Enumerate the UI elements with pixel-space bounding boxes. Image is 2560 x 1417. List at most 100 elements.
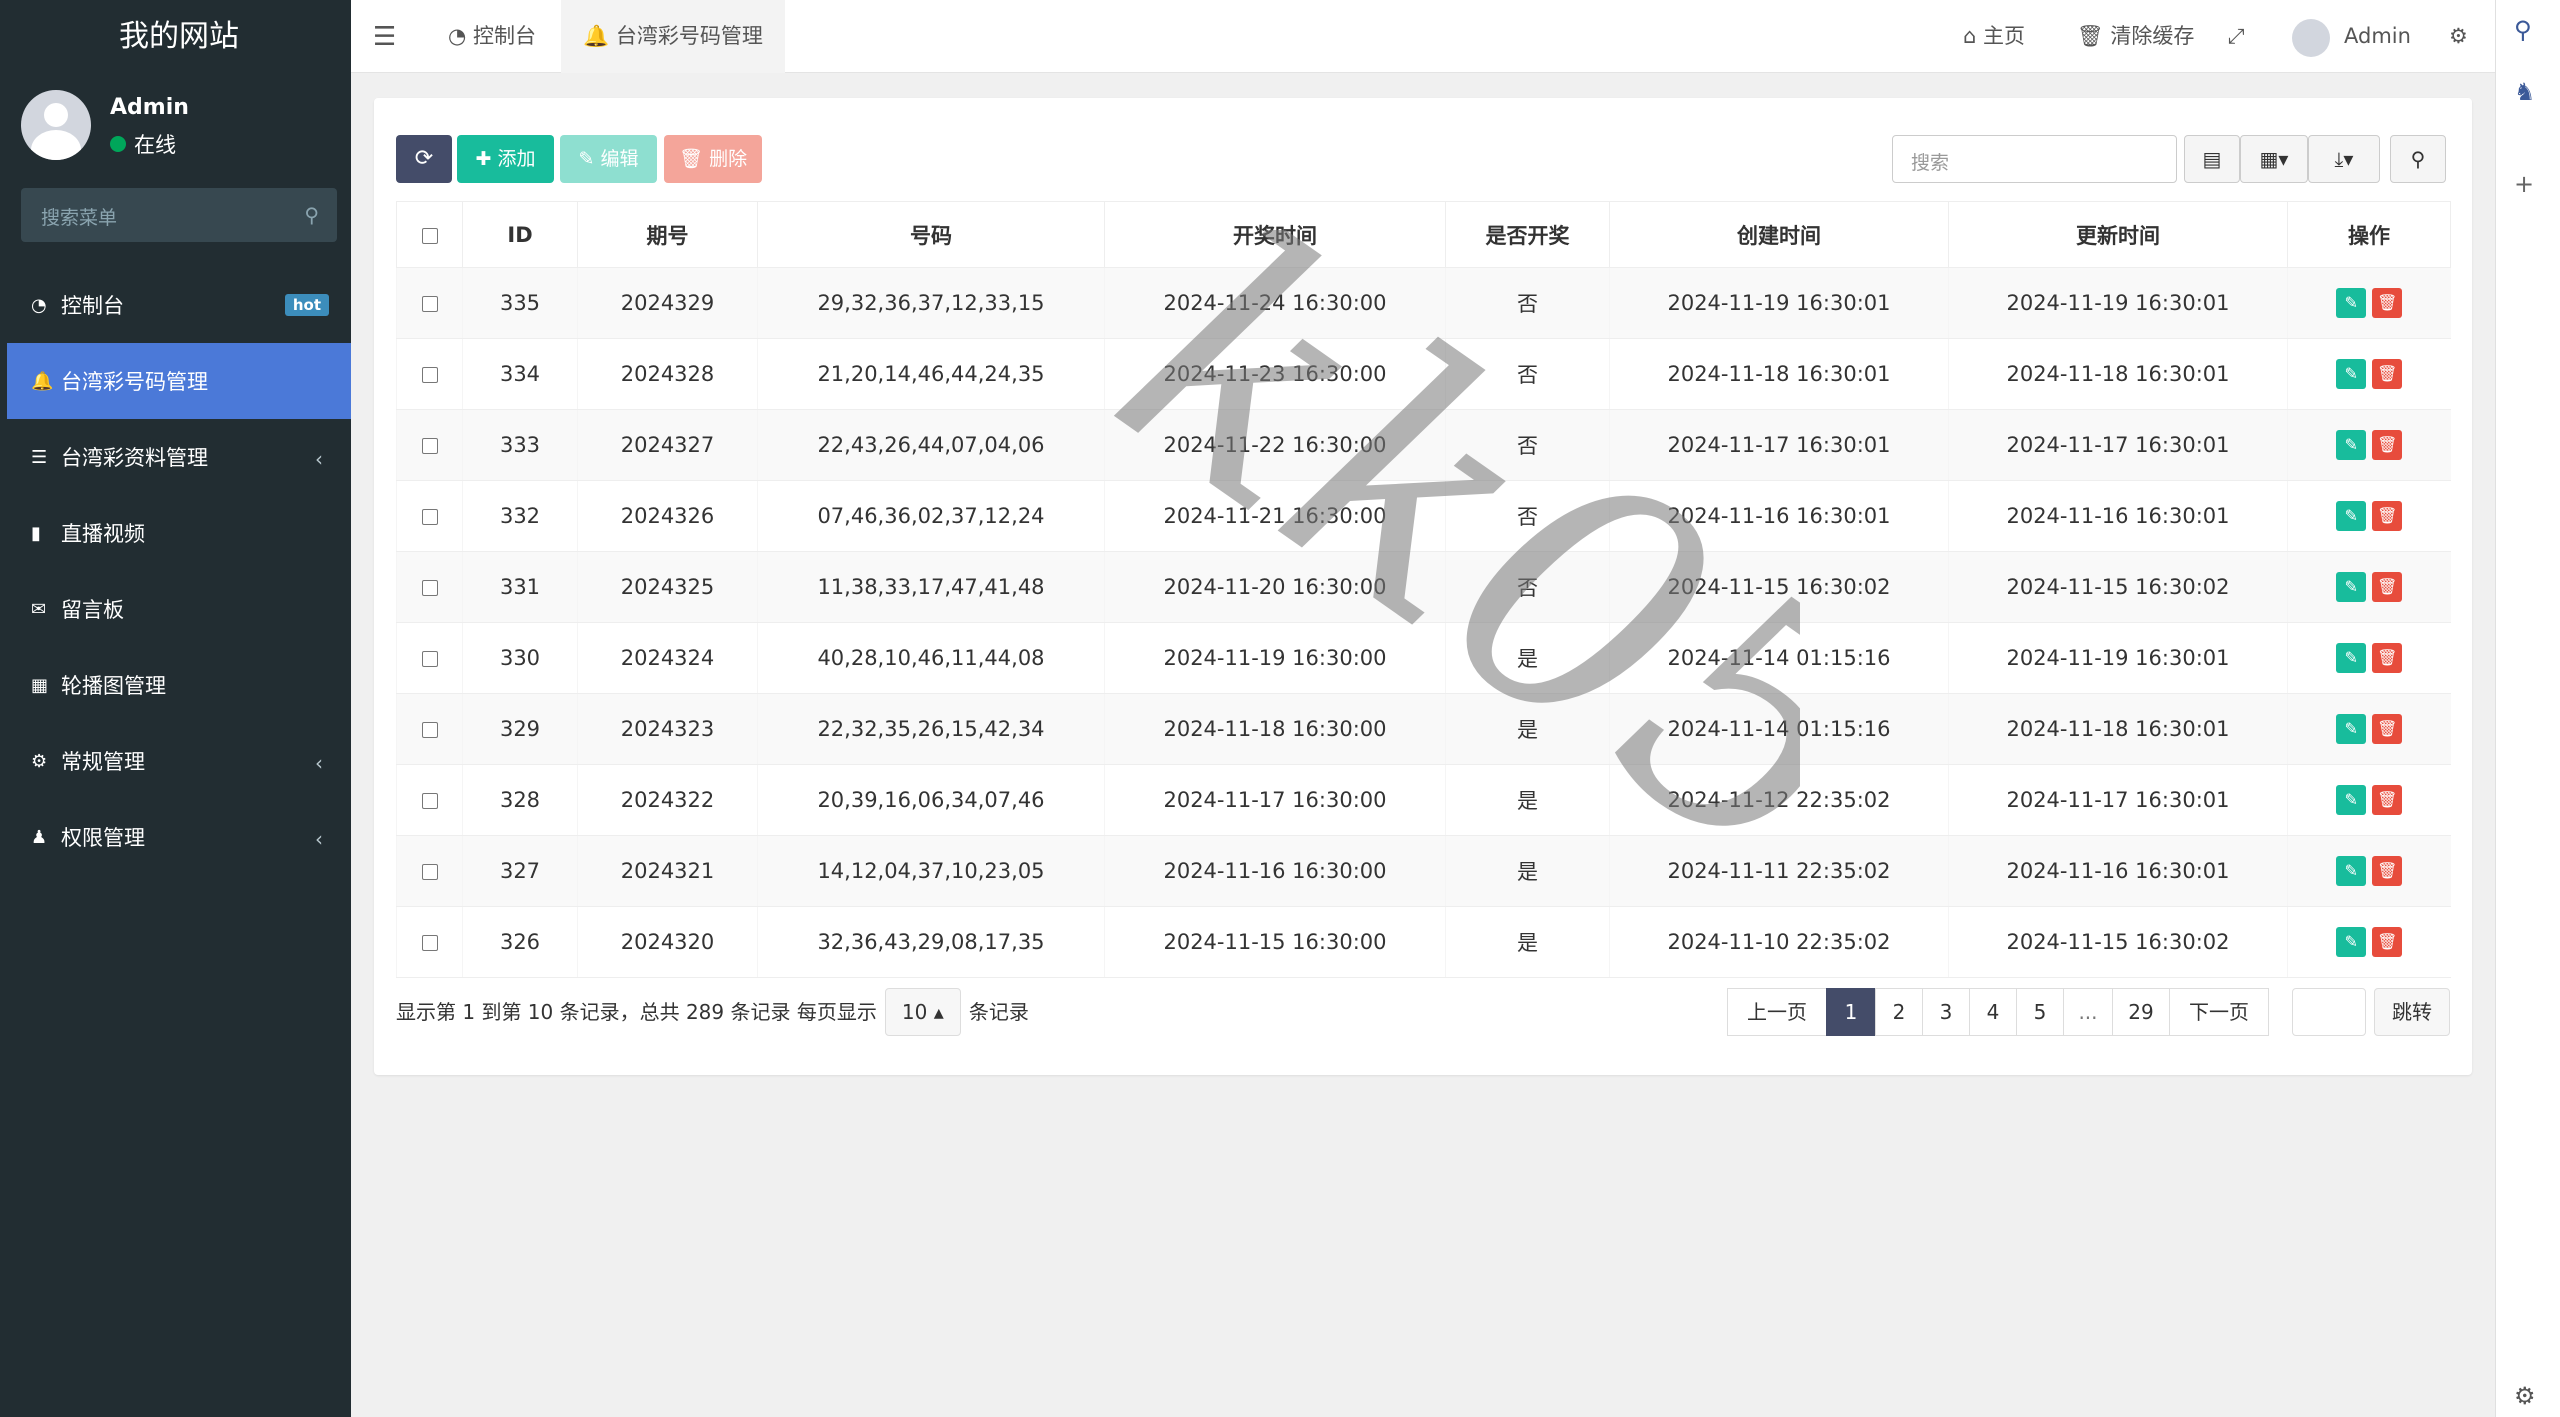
sidebar-item-permissions[interactable]: ♟ 权限管理 ‹ (7, 799, 351, 875)
search-icon[interactable]: ⚲ (304, 203, 319, 227)
search-icon[interactable]: ⚲ (2514, 16, 2532, 44)
row-checkbox[interactable] (421, 864, 438, 880)
chess-icon[interactable]: ♞ (2514, 78, 2536, 106)
table-row[interactable]: 326 2024320 32,36,43,29,08,17,35 2024-11-15… (396, 906, 2451, 978)
row-delete-button[interactable]: 🗑 (2372, 643, 2403, 673)
row-delete-button[interactable]: 🗑 (2372, 359, 2403, 389)
column-header[interactable]: 开奖时间 (1104, 201, 1446, 268)
hot-badge: hot (284, 294, 329, 316)
row-delete-button[interactable]: 🗑 (2372, 288, 2403, 318)
table-cell: 2024-11-18 16:30:01 (1948, 693, 2288, 765)
settings-icon[interactable]: ⚙ (2449, 0, 2468, 73)
fullscreen-icon[interactable]: ⤢ (2228, 0, 2245, 73)
page-size-select[interactable]: 10 ▴ (884, 988, 961, 1036)
delete-button[interactable]: 🗑 删除 (664, 135, 762, 183)
sidebar-item-dashboard[interactable]: ◔ 控制台 hot (7, 267, 351, 343)
row-delete-button[interactable]: 🗑 (2372, 714, 2403, 744)
row-edit-button[interactable]: ✎ (2336, 785, 2367, 815)
table-row[interactable]: 332 2024326 07,46,36,02,37,12,24 2024-11-21… (396, 480, 2451, 552)
row-edit-button[interactable]: ✎ (2336, 714, 2367, 744)
row-edit-button[interactable]: ✎ (2336, 856, 2367, 886)
table-cell: 2024-11-22 16:30:00 (1104, 409, 1446, 481)
sidebar-item-general[interactable]: ⚙ 常规管理 ‹ (7, 723, 351, 799)
table-row[interactable]: 335 2024329 29,32,36,37,12,33,15 2024-11-24… (396, 267, 2451, 339)
page-button[interactable]: 2 (1875, 988, 1923, 1036)
row-checkbox[interactable] (421, 935, 438, 951)
row-delete-button[interactable]: 🗑 (2372, 430, 2403, 460)
page-button[interactable]: 5 (2016, 988, 2064, 1036)
row-delete-button[interactable]: 🗑 (2372, 856, 2403, 886)
row-delete-button[interactable]: 🗑 (2372, 572, 2403, 602)
table-row[interactable]: 333 2024327 22,43,26,44,07,04,06 2024-11-22… (396, 409, 2451, 481)
row-checkbox[interactable] (421, 580, 438, 596)
edit-button[interactable]: ✎ 编辑 (560, 135, 657, 183)
table-cell: 2024-11-16 16:30:00 (1104, 835, 1446, 907)
row-delete-button[interactable]: 🗑 (2372, 501, 2403, 531)
jump-page-input[interactable] (2292, 988, 2366, 1036)
column-header[interactable]: 号码 (757, 201, 1105, 268)
table-cell: 2024326 (577, 480, 758, 552)
tab-number-management[interactable]: 🔔 台湾彩号码管理 (561, 0, 785, 73)
table-search-input[interactable]: 搜索 (1892, 135, 2177, 183)
refresh-button[interactable]: ⟳ (396, 135, 452, 183)
page-button[interactable]: 4 (1969, 988, 2017, 1036)
jump-button[interactable]: 跳转 (2374, 988, 2450, 1036)
row-edit-button[interactable]: ✎ (2336, 643, 2367, 673)
column-header[interactable]: 是否开奖 (1445, 201, 1610, 268)
plus-icon[interactable]: + (2514, 170, 2534, 198)
gear-icon[interactable]: ⚙ (2514, 1382, 2536, 1410)
page-button[interactable]: 29 (2112, 988, 2170, 1036)
page-button[interactable]: 3 (1922, 988, 1970, 1036)
select-all-checkbox[interactable] (421, 227, 438, 244)
next-page-button[interactable]: 下一页 (2169, 988, 2269, 1036)
table-row[interactable]: 328 2024322 20,39,16,06,34,07,46 2024-11-17… (396, 764, 2451, 836)
table-row[interactable]: 334 2024328 21,20,14,46,44,24,35 2024-11-23… (396, 338, 2451, 410)
row-checkbox[interactable] (421, 367, 438, 383)
columns-button[interactable]: ▦▾ (2240, 135, 2308, 183)
row-checkbox[interactable] (421, 438, 438, 454)
sidebar-item-number-management[interactable]: 🔔 台湾彩号码管理 (7, 343, 351, 419)
row-checkbox[interactable] (421, 651, 438, 667)
column-header[interactable]: 期号 (577, 201, 758, 268)
row-edit-button[interactable]: ✎ (2336, 501, 2367, 531)
top-user-name[interactable]: Admin (2344, 0, 2411, 73)
row-actions: ✎ 🗑 (2287, 267, 2451, 339)
sidebar-item-carousel[interactable]: ▦ 轮播图管理 (7, 647, 351, 723)
add-button[interactable]: ✚ 添加 (457, 135, 554, 183)
top-avatar[interactable] (2292, 19, 2330, 57)
tab-dashboard[interactable]: ◔ 控制台 (426, 0, 558, 73)
table-row[interactable]: 329 2024323 22,32,35,26,15,42,34 2024-11-18… (396, 693, 2451, 765)
sidebar-search-input[interactable]: 搜索菜单 ⚲ (21, 188, 337, 242)
row-edit-button[interactable]: ✎ (2336, 927, 2367, 957)
row-edit-button[interactable]: ✎ (2336, 572, 2367, 602)
column-header[interactable]: 更新时间 (1948, 201, 2288, 268)
site-logo[interactable]: 我的网站 (7, 0, 351, 73)
row-delete-button[interactable]: 🗑 (2372, 785, 2403, 815)
menu-toggle-icon[interactable]: ☰ (373, 22, 396, 52)
export-button[interactable]: ⤓▾ (2308, 135, 2380, 183)
home-link[interactable]: ⌂ 主页 (1963, 0, 2025, 73)
table-row[interactable]: 327 2024321 14,12,04,37,10,23,05 2024-11-16… (396, 835, 2451, 907)
row-delete-button[interactable]: 🗑 (2372, 927, 2403, 957)
sidebar-item-data-management[interactable]: ☰ 台湾彩资料管理 ‹ (7, 419, 351, 495)
table-row[interactable]: 331 2024325 11,38,33,17,47,41,48 2024-11-20… (396, 551, 2451, 623)
row-checkbox[interactable] (421, 509, 438, 525)
search-button[interactable]: ⚲ (2390, 135, 2446, 183)
column-header[interactable]: 创建时间 (1609, 201, 1949, 268)
page-button[interactable]: 1 (1826, 988, 1876, 1036)
page-ellipsis: ... (2063, 988, 2113, 1036)
prev-page-button[interactable]: 上一页 (1727, 988, 1827, 1036)
row-edit-button[interactable]: ✎ (2336, 359, 2367, 389)
column-header[interactable]: ID (462, 201, 578, 268)
online-dot-icon (110, 136, 126, 152)
row-checkbox[interactable] (421, 296, 438, 312)
toggle-view-button[interactable]: ▤ (2184, 135, 2240, 183)
row-edit-button[interactable]: ✎ (2336, 288, 2367, 318)
row-edit-button[interactable]: ✎ (2336, 430, 2367, 460)
sidebar-item-message-board[interactable]: ✉ 留言板 (7, 571, 351, 647)
table-row[interactable]: 330 2024324 40,28,10,46,11,44,08 2024-11-19… (396, 622, 2451, 694)
clear-cache-link[interactable]: 🗑 清除缓存 (2077, 0, 2194, 73)
sidebar-item-live-video[interactable]: ▮ 直播视频 (7, 495, 351, 571)
row-checkbox[interactable] (421, 793, 438, 809)
row-checkbox[interactable] (421, 722, 438, 738)
